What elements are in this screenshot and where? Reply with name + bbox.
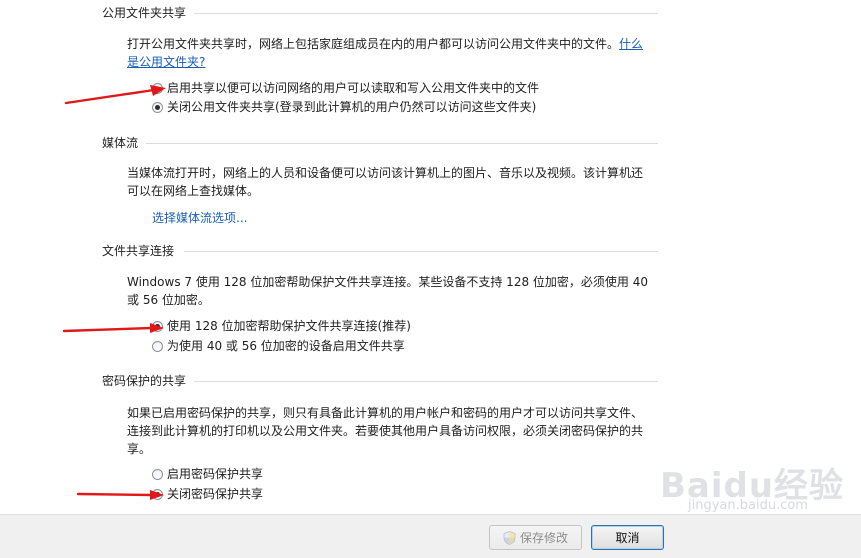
- section-divider: [194, 13, 658, 14]
- save-button-label: 保存修改: [519, 531, 568, 545]
- save-changes-button[interactable]: 保存修改: [489, 525, 582, 550]
- description-text: 当媒体流打开时，网络上的人员和设备便可以访问该计算机上的图片、音乐以及视频。该计…: [127, 166, 644, 198]
- cancel-button-label: 取消: [615, 531, 640, 545]
- annotation-arrow-2: [62, 323, 164, 333]
- annotation-arrow-1: [64, 85, 166, 105]
- section-divider: [194, 381, 658, 382]
- section-divider: [146, 143, 658, 144]
- radio-label: 启用密码保护共享: [167, 467, 264, 481]
- radio-40-56-bit-encryption[interactable]: 为使用 40 或 56 位加密的设备启用文件共享: [152, 338, 405, 354]
- uac-shield-icon: [503, 530, 516, 545]
- radio-label: 关闭密码保护共享: [167, 487, 264, 501]
- radio-enable-password-sharing[interactable]: 启用密码保护共享: [152, 466, 263, 482]
- section-header-media-stream: 媒体流: [102, 136, 658, 150]
- radio-label: 为使用 40 或 56 位加密的设备启用文件共享: [167, 339, 405, 353]
- radio-label: 启用共享以便可以访问网络的用户可以读取和写入公用文件夹中的文件: [167, 81, 540, 95]
- section-title: 公用文件夹共享: [102, 6, 187, 20]
- cancel-button[interactable]: 取消: [591, 525, 664, 550]
- media-stream-description: 当媒体流打开时，网络上的人员和设备便可以访问该计算机上的图片、音乐以及视频。该计…: [127, 164, 652, 200]
- section-header-public-folder: 公用文件夹共享: [102, 6, 658, 20]
- watermark-url-text: jingyan.baidu.com: [688, 498, 808, 513]
- radio-button[interactable]: [152, 340, 163, 352]
- baidu-jingyan-watermark: Baidu经验 jingyan.baidu.com: [660, 458, 844, 513]
- dialog-footer: 保存修改 取消: [0, 514, 861, 558]
- description-text: 如果已启用密码保护的共享，则只有具备此计算机的用户帐户和密码的用户才可以访问共享…: [127, 406, 644, 456]
- radio-button[interactable]: [152, 468, 163, 480]
- password-sharing-description: 如果已启用密码保护的共享，则只有具备此计算机的用户帐户和密码的用户才可以访问共享…: [127, 404, 652, 458]
- radio-label: 关闭公用文件夹共享(登录到此计算机的用户仍然可以访问这些文件夹): [167, 100, 537, 114]
- file-sharing-description: Windows 7 使用 128 位加密帮助保护文件共享连接。某些设备不支持 1…: [127, 273, 652, 309]
- radio-disable-public-sharing[interactable]: 关闭公用文件夹共享(登录到此计算机的用户仍然可以访问这些文件夹): [152, 99, 536, 115]
- public-folder-description: 打开公用文件夹共享时，网络上包括家庭组成员在内的用户都可以访问公用文件夹中的文件…: [127, 35, 652, 71]
- choose-media-streaming-options-link[interactable]: 选择媒体流选项...: [152, 210, 247, 226]
- description-text: 打开公用文件夹共享时，网络上包括家庭组成员在内的用户都可以访问公用文件夹中的文件…: [127, 37, 620, 51]
- section-header-file-sharing: 文件共享连接: [102, 244, 658, 258]
- section-title: 媒体流: [102, 136, 139, 150]
- section-divider: [184, 251, 658, 252]
- radio-128-bit-encryption[interactable]: 使用 128 位加密帮助保护文件共享连接(推荐): [152, 318, 411, 334]
- description-text: Windows 7 使用 128 位加密帮助保护文件共享连接。某些设备不支持 1…: [127, 275, 648, 307]
- radio-label: 使用 128 位加密帮助保护文件共享连接(推荐): [167, 319, 411, 333]
- section-title: 文件共享连接: [102, 244, 175, 258]
- radio-disable-password-sharing[interactable]: 关闭密码保护共享: [152, 486, 263, 502]
- section-header-password-sharing: 密码保护的共享: [102, 374, 658, 388]
- radio-enable-public-sharing[interactable]: 启用共享以便可以访问网络的用户可以读取和写入公用文件夹中的文件: [152, 80, 539, 96]
- annotation-arrow-3: [76, 490, 164, 500]
- section-title: 密码保护的共享: [102, 374, 187, 388]
